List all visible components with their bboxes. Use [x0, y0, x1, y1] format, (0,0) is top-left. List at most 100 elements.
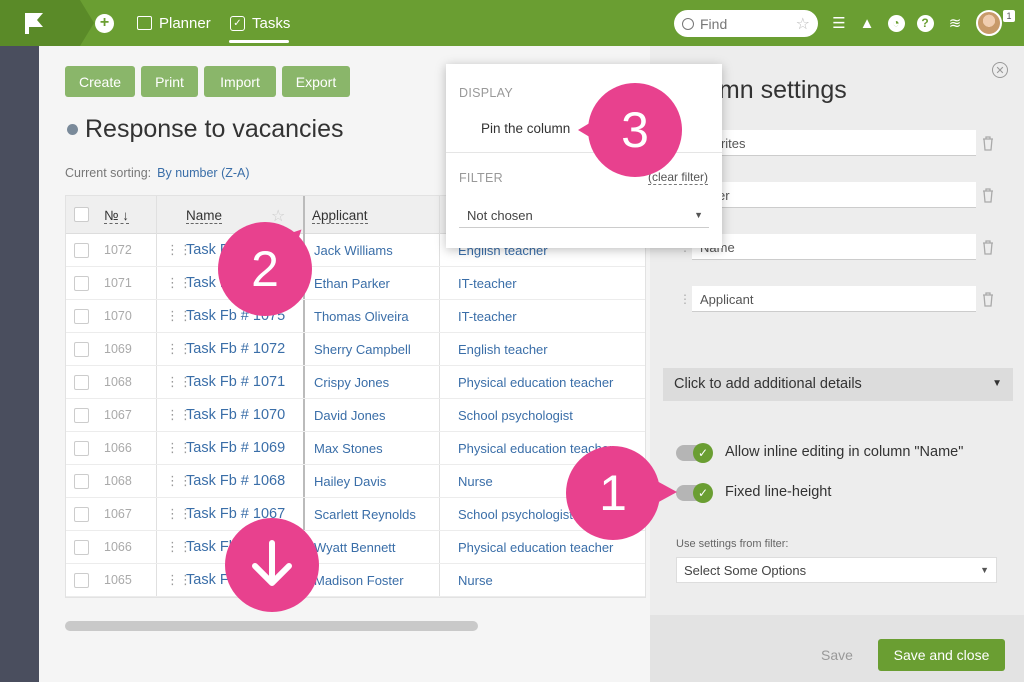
search-input[interactable]: Find ☆: [674, 10, 818, 37]
horizontal-scrollbar[interactable]: [65, 621, 478, 631]
save-and-close-button[interactable]: Save and close: [878, 639, 1005, 671]
filter-settings-select[interactable]: Select Some Options ▼: [676, 557, 997, 583]
task-name-link[interactable]: Task Fb # 1070: [186, 407, 285, 423]
clear-filter-link[interactable]: (clear filter): [647, 170, 708, 185]
help-icon[interactable]: ?: [915, 13, 935, 33]
field-favorites[interactable]: avorites: [692, 130, 976, 156]
task-name-link[interactable]: Task Fb # 1069: [186, 440, 285, 456]
task-name-link[interactable]: Task Fb # 1072: [186, 341, 285, 357]
table-row[interactable]: 1066 ⋮⋮ Task Fl Wyatt Bennett Physical educa…: [66, 531, 645, 564]
add-button[interactable]: +: [95, 0, 114, 46]
header-applicant[interactable]: Applicant: [312, 208, 368, 224]
vacancy-link[interactable]: School psychologist: [458, 408, 573, 423]
sorting-value-link[interactable]: By number (Z-A): [157, 166, 249, 180]
vacancy-link[interactable]: English teacher: [458, 342, 548, 357]
applicant-link[interactable]: Sherry Campbell: [314, 342, 411, 357]
avatar[interactable]: [976, 10, 1002, 36]
arrow-down-icon: [252, 540, 292, 586]
applicant-link[interactable]: Thomas Oliveira: [314, 309, 409, 324]
row-checkbox[interactable]: [74, 342, 89, 357]
filter-select-value: Select Some Options: [684, 563, 807, 578]
table-row[interactable]: 1068 ⋮⋮ Task Fb # 1068 Hailey Davis Nurse: [66, 465, 645, 498]
layers-icon[interactable]: ≋: [945, 13, 965, 33]
vacancy-link[interactable]: School psychologist: [458, 507, 573, 522]
row-checkbox[interactable]: [74, 441, 89, 456]
table-row[interactable]: 1071 ⋮⋮ Task F Ethan Parker IT-teacher: [66, 267, 645, 300]
row-number: 1067: [104, 408, 132, 422]
row-number: 1067: [104, 507, 132, 521]
arrow-down-badge: [225, 518, 319, 612]
task-name-link[interactable]: Task Fb # 1071: [186, 374, 285, 390]
row-number: 1065: [104, 573, 132, 587]
table-row[interactable]: 1070 ⋮⋮ Task Fb # 1075 Thomas Oliveira IT-te…: [66, 300, 645, 333]
applicant-link[interactable]: Scarlett Reynolds: [314, 507, 416, 522]
field-applicant[interactable]: Applicant: [692, 286, 976, 312]
row-checkbox[interactable]: [74, 540, 89, 555]
close-icon[interactable]: ✕: [992, 62, 1008, 78]
row-checkbox[interactable]: [74, 309, 89, 324]
logo-arrow: [80, 0, 94, 46]
table-row[interactable]: 1066 ⋮⋮ Task Fb # 1069 Max Stones Physical e…: [66, 432, 645, 465]
task-name-link[interactable]: Task Fb # 1068: [186, 473, 285, 489]
pin-column-option[interactable]: Pin the column: [481, 121, 570, 136]
applicant-link[interactable]: Hailey Davis: [314, 474, 386, 489]
additional-details-dropdown[interactable]: Click to add additional details ▼: [663, 368, 1013, 401]
table-row[interactable]: 1065 ⋮⋮ Task Fl Madison Foster Nurse: [66, 564, 645, 597]
step-badge-3: 3: [588, 83, 682, 177]
field-name[interactable]: Name: [692, 234, 976, 260]
trash-icon[interactable]: [980, 291, 996, 307]
rocket-icon[interactable]: ▲: [857, 13, 877, 33]
clock-icon[interactable]: ◔: [886, 13, 906, 33]
nav-planner[interactable]: Planner: [137, 0, 211, 46]
inline-editing-label: Allow inline editing in column "Name": [725, 444, 964, 460]
row-checkbox[interactable]: [74, 243, 89, 258]
header-num[interactable]: № ↓: [104, 208, 129, 224]
table-row[interactable]: 1068 ⋮⋮ Task Fb # 1071 Crispy Jones Physical…: [66, 366, 645, 399]
applicant-link[interactable]: Ethan Parker: [314, 276, 390, 291]
fixed-line-height-label: Fixed line-height: [725, 484, 832, 500]
applicant-link[interactable]: Crispy Jones: [314, 375, 389, 390]
row-checkbox[interactable]: [74, 408, 89, 423]
select-all-checkbox[interactable]: [74, 207, 89, 222]
row-checkbox[interactable]: [74, 474, 89, 489]
applicant-link[interactable]: Jack Williams: [314, 243, 393, 258]
export-button[interactable]: Export: [282, 66, 350, 97]
vacancy-link[interactable]: Physical education teacher: [458, 375, 613, 390]
table-row[interactable]: 1067 ⋮⋮ Task Fb # 1070 David Jones School ps…: [66, 399, 645, 432]
applicant-link[interactable]: Wyatt Bennett: [314, 540, 396, 555]
create-button[interactable]: Create: [65, 66, 135, 97]
star-icon[interactable]: ☆: [796, 14, 810, 34]
trash-icon[interactable]: [980, 239, 996, 255]
print-button[interactable]: Print: [141, 66, 198, 97]
vacancy-link[interactable]: Nurse: [458, 474, 493, 489]
flag-logo-icon[interactable]: [22, 11, 46, 35]
vacancy-link[interactable]: IT-teacher: [458, 276, 517, 291]
menu-icon[interactable]: ☰: [829, 13, 849, 33]
trash-icon[interactable]: [980, 135, 996, 151]
vacancy-link[interactable]: IT-teacher: [458, 309, 517, 324]
tasks-icon: ✓: [230, 15, 245, 31]
row-checkbox[interactable]: [74, 276, 89, 291]
applicant-link[interactable]: David Jones: [314, 408, 386, 423]
plus-icon: +: [95, 13, 114, 33]
step-badge-2: 2: [218, 222, 312, 316]
applicant-link[interactable]: Madison Foster: [314, 573, 404, 588]
vacancy-link[interactable]: Nurse: [458, 573, 493, 588]
row-checkbox[interactable]: [74, 375, 89, 390]
save-button[interactable]: Save: [821, 647, 853, 663]
import-button[interactable]: Import: [204, 66, 276, 97]
filter-select[interactable]: Not chosen ▼: [459, 203, 709, 228]
vacancy-link[interactable]: Physical education teacher: [458, 540, 613, 555]
fixed-line-height-toggle[interactable]: ✓: [676, 483, 713, 503]
applicant-link[interactable]: Max Stones: [314, 441, 383, 456]
inline-editing-toggle[interactable]: ✓: [676, 443, 713, 463]
table-row[interactable]: 1069 ⋮⋮ Task Fb # 1072 Sherry Campbell Engli…: [66, 333, 645, 366]
row-checkbox[interactable]: [74, 573, 89, 588]
table-row[interactable]: 1067 ⋮⋮ Task Fb # 1067 Scarlett Reynolds Sch…: [66, 498, 645, 531]
header-name[interactable]: Name: [186, 208, 223, 224]
task-name-link[interactable]: Task Fl: [186, 539, 232, 555]
row-checkbox[interactable]: [74, 507, 89, 522]
trash-icon[interactable]: [980, 187, 996, 203]
row-number: 1066: [104, 441, 132, 455]
field-number[interactable]: mber: [692, 182, 976, 208]
